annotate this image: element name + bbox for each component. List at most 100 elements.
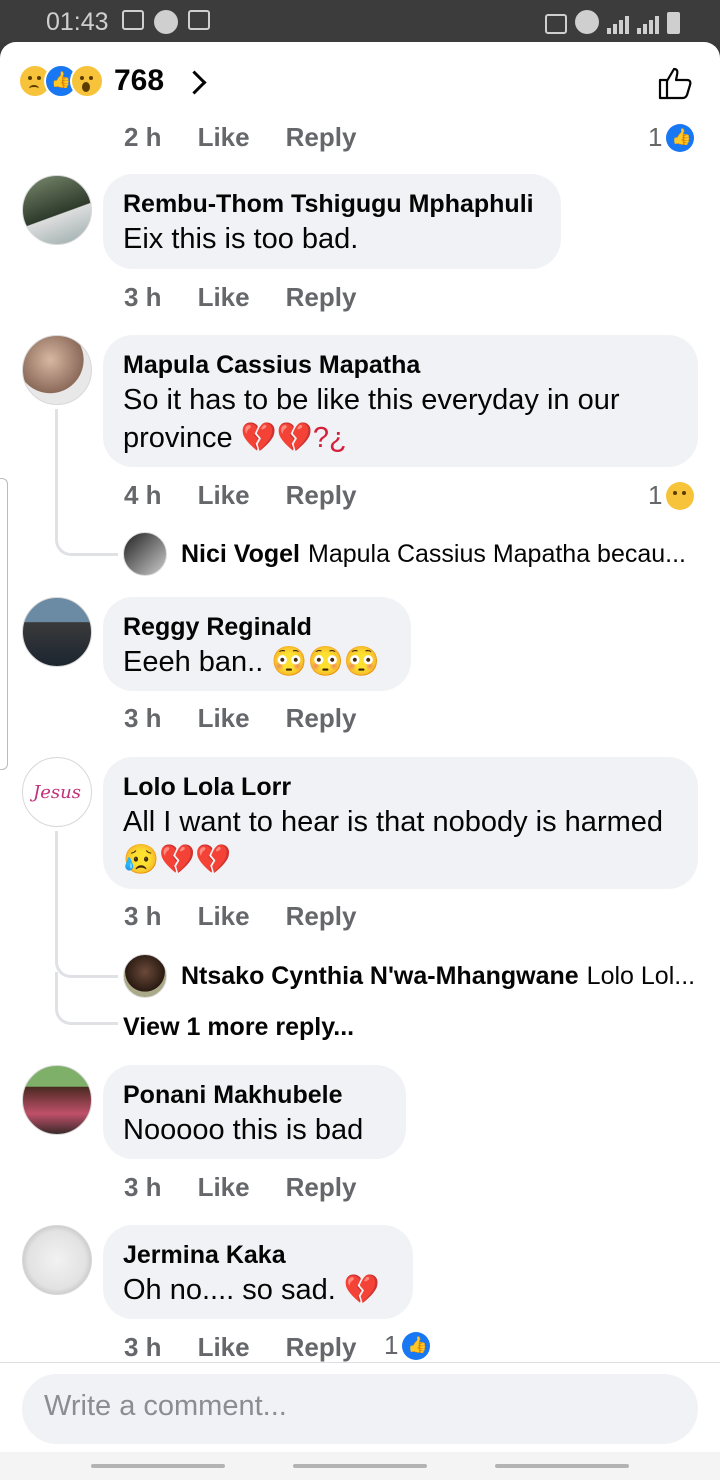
comment-text-body: So it has to be like this everyday in ou… (123, 384, 620, 454)
like-link[interactable]: Like (198, 901, 250, 932)
comment-bubble: Jermina Kaka Oh no.... so sad. 💔 (103, 1225, 413, 1319)
like-link[interactable]: Like (198, 703, 250, 734)
comment-emoji: 💔💔?¿ (240, 422, 347, 454)
reaction-tally-count: 1 (648, 122, 663, 152)
chevron-right-icon (182, 69, 207, 95)
reply-link[interactable]: Reply (286, 901, 357, 932)
reply-link[interactable]: Reply (286, 703, 357, 734)
comment-actions: 3 h Like Reply (124, 901, 392, 932)
comment-emoji: 💔 (343, 1274, 380, 1306)
gallery-icon (122, 10, 144, 30)
like-link[interactable]: Like (198, 1172, 250, 1203)
view-more-replies-link[interactable]: View 1 more reply... (123, 1013, 354, 1042)
comment-time: 3 h (124, 282, 162, 312)
comment-emoji: 😥💔💔 (123, 844, 232, 876)
avatar[interactable] (22, 597, 92, 667)
comments-sheet: 768 2 h Like Reply 1 Rembu-Thom Tshigugu… (0, 42, 720, 1480)
reaction-tally[interactable]: 1 (384, 1330, 431, 1361)
reply-link[interactable]: Reply (286, 122, 357, 153)
comment-text: Oh no.... so sad. 💔 (123, 1271, 393, 1309)
comment-actions: 3 h Like Reply (124, 282, 392, 313)
comment-time: 3 h (124, 703, 162, 733)
reaction-tally-count: 1 (384, 1330, 399, 1360)
comment-bubble: Reggy Reginald Eeeh ban.. 😳😳😳 (103, 597, 411, 691)
comment-time: 4 h (124, 480, 162, 510)
avatar[interactable] (22, 175, 92, 245)
comment-actions: 3 h Like Reply (124, 1172, 392, 1203)
reply-text: Lolo Lol... (586, 961, 696, 990)
comment-text: Eeeh ban.. 😳😳😳 (123, 643, 391, 681)
comment-text-body: Eeeh ban.. (123, 646, 264, 678)
wow-reaction-icon (70, 64, 104, 98)
reply-text: Mapula Cassius Mapatha becau... (308, 539, 687, 568)
reaction-tally[interactable]: 1 (648, 480, 695, 511)
avatar[interactable] (22, 1225, 92, 1295)
reply-author: Ntsako Cynthia N'wa-Mhangwane (181, 961, 579, 990)
thread-line (55, 831, 118, 978)
reply-link[interactable]: Reply (286, 282, 357, 313)
comment-bubble: Ponani Makhubele Nooooo this is bad (103, 1065, 406, 1159)
comment-text: All I want to hear is that nobody is har… (123, 803, 678, 879)
thread-line (55, 409, 118, 556)
comment-time: 2 h (124, 122, 162, 152)
reaction-tally[interactable]: 1 (648, 122, 695, 153)
nav-home-handle[interactable] (293, 1464, 427, 1468)
comment-input[interactable]: Write a comment... (22, 1374, 698, 1444)
comment-bubble: Rembu-Thom Tshigugu Mphaphuli Eix this i… (103, 174, 561, 269)
status-left-icons (122, 10, 210, 34)
like-reaction-icon (402, 1331, 431, 1360)
comment-author[interactable]: Rembu-Thom Tshigugu Mphaphuli (123, 188, 541, 220)
avatar (123, 532, 167, 576)
comment-author[interactable]: Reggy Reginald (123, 611, 391, 643)
like-link[interactable]: Like (198, 1332, 250, 1363)
status-bar: 01:43 (0, 0, 720, 42)
comment-time: 3 h (124, 901, 162, 931)
reactions-summary[interactable]: 768 (18, 64, 207, 98)
avatar (123, 954, 167, 998)
comment-time: 3 h (124, 1332, 162, 1362)
comment-text-body: All I want to hear is that nobody is har… (123, 806, 664, 838)
system-nav-bar (0, 1452, 720, 1480)
comment-author[interactable]: Mapula Cassius Mapatha (123, 349, 678, 381)
comment-text: So it has to be like this everyday in ou… (123, 381, 678, 457)
comment-actions: 3 h Like Reply (124, 703, 392, 734)
avatar[interactable]: Jesus (22, 757, 92, 827)
alert-icon (188, 10, 210, 30)
reply-link[interactable]: Reply (286, 1332, 357, 1363)
comment-author[interactable]: Lolo Lola Lorr (123, 771, 678, 803)
comment-actions: 4 h Like Reply (124, 480, 392, 511)
like-link[interactable]: Like (198, 122, 250, 153)
reply-link[interactable]: Reply (286, 480, 357, 511)
battery-icon (667, 12, 680, 34)
sad-reaction-icon (666, 481, 695, 510)
comment-text: Nooooo this is bad (123, 1114, 364, 1146)
avatar[interactable] (22, 1065, 92, 1135)
wifi-icon (575, 10, 599, 34)
comment-time: 3 h (124, 1172, 162, 1202)
comment-text-body: Oh no.... so sad. (123, 1274, 336, 1306)
comment-actions: 3 h Like Reply (124, 1332, 392, 1363)
signal-icon-2 (637, 16, 659, 34)
status-right-icons (545, 10, 680, 34)
comment-author[interactable]: Jermina Kaka (123, 1239, 393, 1271)
comment-actions: 2 h Like Reply (124, 122, 392, 153)
nav-recents-handle[interactable] (91, 1464, 225, 1468)
thread-line (55, 972, 118, 1025)
like-link[interactable]: Like (198, 282, 250, 313)
comment-bubble: Mapula Cassius Mapatha So it has to be l… (103, 335, 698, 467)
avatar-logo-text: Jesus (33, 781, 81, 803)
comment-bubble: Lolo Lola Lorr All I want to hear is tha… (103, 757, 698, 889)
like-post-icon[interactable] (656, 64, 694, 102)
reply-author: Nici Vogel (181, 539, 301, 568)
reply-preview[interactable]: Nici Vogel Mapula Cassius Mapatha becau.… (123, 532, 686, 576)
reply-link[interactable]: Reply (286, 1172, 357, 1203)
reply-preview[interactable]: Ntsako Cynthia N'wa-Mhangwane Lolo Lol..… (123, 954, 695, 998)
like-link[interactable]: Like (198, 480, 250, 511)
avatar[interactable] (22, 335, 92, 405)
nav-back-handle[interactable] (495, 1464, 629, 1468)
composer-divider (0, 1362, 720, 1363)
comment-author[interactable]: Ponani Makhubele (123, 1079, 386, 1111)
status-time: 01:43 (46, 8, 109, 36)
edge-panel-handle[interactable] (0, 478, 8, 770)
reaction-tally-count: 1 (648, 480, 663, 510)
